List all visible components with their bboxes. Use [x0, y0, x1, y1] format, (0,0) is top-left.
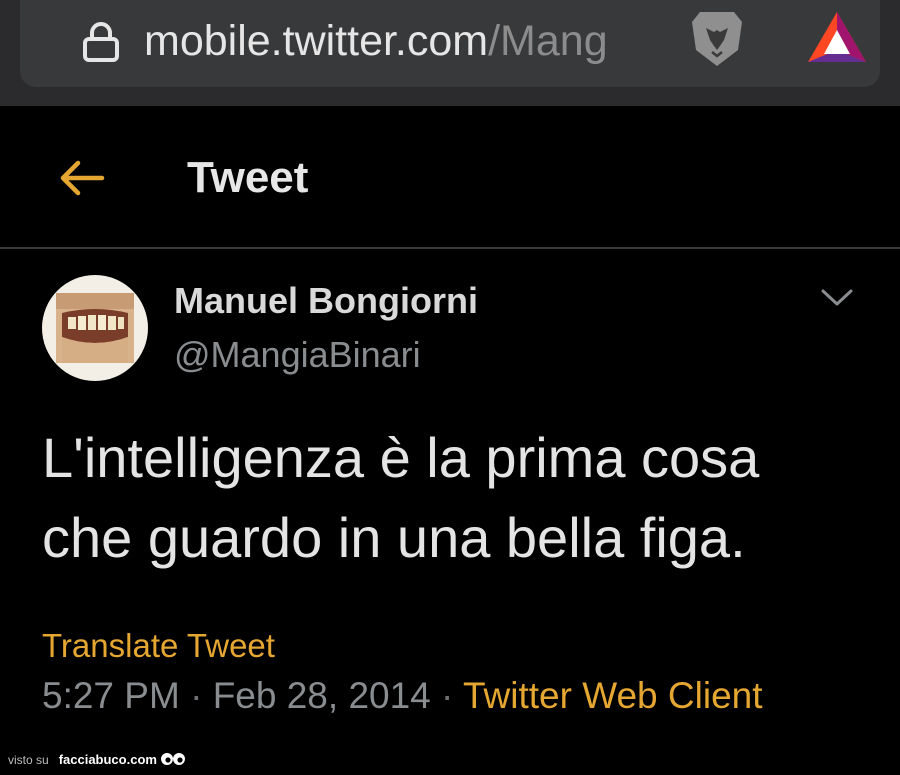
meta-separator: ·: [190, 675, 203, 716]
chevron-down-icon[interactable]: [818, 282, 856, 312]
page-title: Tweet: [187, 153, 309, 202]
tweet-time[interactable]: 5:27 PM: [42, 675, 180, 716]
url-domain: mobile.twitter.com: [144, 17, 489, 65]
avatar[interactable]: [42, 275, 148, 381]
watermark-prefix: visto su: [8, 753, 49, 767]
lock-icon: [83, 22, 119, 62]
tweet-meta: 5:27 PM · Feb 28, 2014 · Twitter Web Cli…: [42, 672, 763, 720]
header-divider: [0, 247, 900, 249]
back-arrow-icon[interactable]: [58, 158, 106, 198]
tweet-text-line: L'intelligenza è la prima cosa: [42, 426, 760, 489]
tweet-date[interactable]: Feb 28, 2014: [213, 675, 431, 716]
eyes-icon: [160, 753, 185, 765]
tweet-client-link[interactable]: Twitter Web Client: [463, 675, 763, 716]
url-path: /Mang: [488, 17, 608, 65]
url-text[interactable]: mobile.twitter.com/Mang: [144, 16, 608, 66]
username[interactable]: @MangiaBinari: [174, 333, 421, 377]
address-bar[interactable]: mobile.twitter.com/Mang: [20, 0, 880, 87]
display-name[interactable]: Manuel Bongiorni: [174, 279, 478, 323]
tweet-text: L'intelligenza è la prima cosa che guard…: [42, 418, 862, 578]
brave-lion-icon[interactable]: [686, 6, 748, 70]
tweet-text-line: che guardo in una bella figa.: [42, 506, 746, 569]
tweet-header: Tweet: [0, 106, 900, 248]
watermark-brand: facciabuco.com: [58, 752, 157, 767]
avatar-image: [56, 293, 134, 363]
browser-toolbar: mobile.twitter.com/Mang: [0, 0, 900, 106]
watermark: visto su facciabuco.com: [8, 748, 186, 772]
bat-triangle-icon[interactable]: [806, 10, 868, 66]
translate-tweet-link[interactable]: Translate Tweet: [42, 624, 275, 668]
meta-separator: ·: [441, 675, 454, 716]
